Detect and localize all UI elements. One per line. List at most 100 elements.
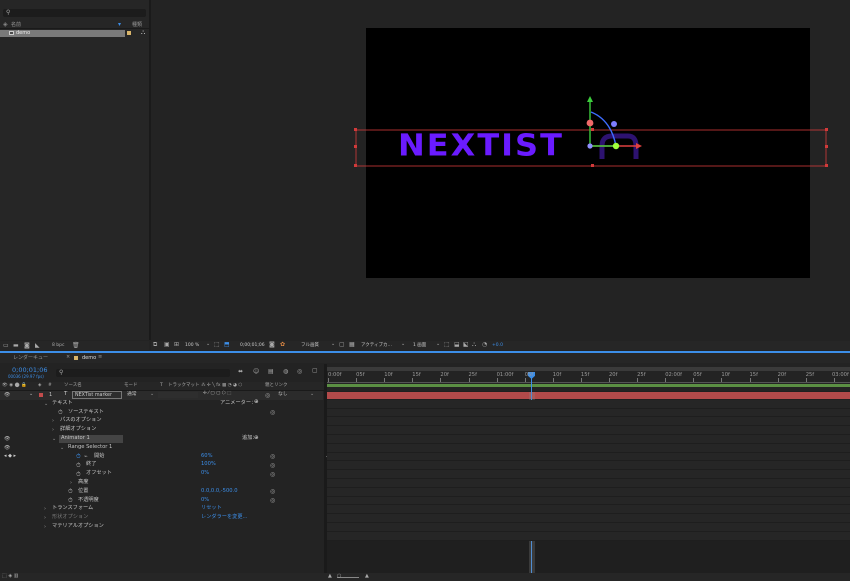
prop-end[interactable]: ⏱ 終了 100% ◎	[0, 461, 323, 470]
new-comp-icon[interactable]: ◙	[24, 343, 30, 349]
prop-text-group[interactable]: ⌄ テキスト アニメーター： ⊕	[0, 400, 323, 409]
chevron-right-icon[interactable]: ›	[52, 418, 54, 424]
expression-icon[interactable]: ◎	[270, 471, 275, 478]
mode-select[interactable]: 通常	[127, 392, 137, 398]
col-trkmat[interactable]: トラックマット	[168, 383, 200, 389]
viewer-timecode[interactable]: 0;00;01;06	[240, 343, 265, 349]
expression-icon[interactable]: ◎	[270, 409, 275, 416]
stopwatch-icon[interactable]: ⏱	[76, 462, 81, 470]
prop-geometry[interactable]: › 形状オプション レンダラーを変更...	[0, 514, 323, 523]
composition-canvas[interactable]: NEXTIST	[354, 28, 828, 278]
start-value[interactable]: 60%	[201, 453, 213, 459]
chevron-down-icon[interactable]: ⌄	[150, 391, 154, 397]
prop-source-text[interactable]: ⏱ ソーステキスト ◎	[0, 409, 323, 418]
col-source-name[interactable]: ソース名	[64, 383, 82, 389]
chevron-down-icon[interactable]: ⌄	[310, 391, 314, 397]
prop-range-selector[interactable]: 👁 ⌄ Range Selector 1	[0, 444, 323, 453]
col-type[interactable]: 種類	[132, 22, 142, 28]
layer-name[interactable]: NEXTist marker	[72, 391, 122, 399]
eye-icon[interactable]: 👁	[4, 436, 10, 442]
col-name[interactable]: 名前	[11, 22, 21, 28]
new-folder-icon[interactable]: ▬	[13, 343, 19, 349]
camera-select[interactable]: アクティブカ…	[361, 343, 392, 349]
chevron-down-icon[interactable]: ⌄	[331, 342, 335, 347]
eye-icon[interactable]: 👁	[4, 445, 10, 451]
graph-icon[interactable]: ▢	[312, 368, 318, 374]
resolution-select[interactable]: フル画質	[301, 343, 319, 349]
chevron-right-icon[interactable]: ›	[44, 515, 46, 521]
stopwatch-icon[interactable]: ⏱	[58, 409, 63, 417]
prop-more-options[interactable]: › 詳細オプション	[0, 426, 323, 435]
chevron-right-icon[interactable]: ›	[70, 480, 72, 486]
chevron-right-icon[interactable]: ›	[52, 427, 54, 433]
prop-opacity[interactable]: ⏱ 不透明度 0% ◎	[0, 497, 323, 506]
grid-icon[interactable]: ⊞	[174, 342, 179, 348]
animator1-label[interactable]: Animator 1	[59, 435, 123, 443]
col-mode[interactable]: モード	[124, 383, 138, 389]
chevron-down-icon[interactable]: ⌄	[401, 342, 405, 347]
renderer-link[interactable]: レンダラーを変更...	[201, 514, 247, 520]
switch-icons[interactable]: ✢ ⁄ ▢ ▢ ⬡ ⬚	[203, 391, 231, 397]
frame-blend-icon[interactable]: ▤	[268, 369, 274, 375]
fit-icon[interactable]: ⬚	[214, 342, 220, 348]
expression-icon[interactable]: ◎	[270, 497, 275, 504]
shy-icon[interactable]: ☺	[253, 369, 259, 375]
add-circle-icon[interactable]: ⊕	[254, 400, 259, 406]
graph-editor-icon[interactable]: ◎	[297, 369, 302, 375]
chevron-down-icon[interactable]: ⌄	[436, 342, 440, 347]
exposure-value[interactable]: +0.0	[492, 343, 503, 349]
stopwatch-icon[interactable]: ⏱	[76, 471, 81, 479]
snapshot-icon[interactable]: ⬓	[454, 342, 460, 348]
col-parent[interactable]: 親とリンク	[265, 383, 288, 389]
zoom-select[interactable]: 100 %	[185, 343, 199, 349]
trkmat-select[interactable]	[158, 392, 198, 398]
prop-path-options[interactable]: › パスのオプション	[0, 417, 323, 426]
graph-icon[interactable]: ⌁	[84, 453, 88, 460]
label-color[interactable]	[39, 393, 43, 397]
stopwatch-icon[interactable]: ⏱	[68, 488, 73, 496]
expression-icon[interactable]: ◎	[270, 462, 275, 469]
work-bar[interactable]	[327, 384, 850, 387]
stopwatch-active-icon[interactable]: ⏱	[76, 453, 81, 461]
motion-blur-icon[interactable]: ◍	[283, 369, 288, 375]
interpret-footage-icon[interactable]: ▭	[3, 343, 9, 349]
chevron-right-icon[interactable]: ›	[44, 506, 46, 512]
layer-duration-bar[interactable]	[327, 392, 850, 399]
prop-offset[interactable]: ⏱ オフセット 0% ◎	[0, 470, 323, 479]
prop-advanced[interactable]: › 高度	[0, 479, 323, 488]
prop-transform[interactable]: › トランスフォーム リセット	[0, 505, 323, 514]
keyframe-nav-icons[interactable]: ◂ ◆ ▸	[4, 453, 16, 459]
tab-demo[interactable]: demo	[82, 355, 96, 361]
toggle-switches-icon[interactable]: ⬚ ◈ ▥	[2, 574, 18, 579]
prop-start[interactable]: ◂ ◆ ▸ ⏱ ⌁ 開始 60% ◎	[0, 453, 323, 462]
layer-search-input[interactable]: ⚲	[56, 369, 230, 377]
comp-mini-icon[interactable]: ⬌	[238, 369, 243, 375]
channel-icon[interactable]: ⛬	[472, 342, 476, 348]
offset-value[interactable]: 0%	[201, 470, 209, 476]
layer-row[interactable]: 👁 ⌄ 1 T NEXTist marker 通常 ⌄ ✢ ⁄ ▢ ▢ ⬡ ⬚ …	[0, 391, 323, 400]
parent-select[interactable]: なし	[278, 392, 288, 398]
region-icon[interactable]: ⬒	[224, 342, 230, 348]
composition-viewer[interactable]: NEXTIST	[151, 0, 850, 340]
trash-icon[interactable]: 🗑	[72, 343, 80, 349]
prop-animator1[interactable]: 👁 ⌄ Animator 1 追加： ⊕	[0, 435, 323, 444]
expression-icon[interactable]: ◎	[270, 488, 275, 495]
expression-icon[interactable]: ◎	[270, 453, 275, 460]
show-snapshot-icon[interactable]: ⬕	[463, 342, 469, 348]
stopwatch-icon[interactable]: ⏱	[68, 497, 73, 505]
transparency-icon[interactable]: ▦	[349, 342, 355, 348]
tab-menu-icon[interactable]: ≡	[98, 355, 102, 360]
bpc-label[interactable]: 8 bpc	[52, 343, 64, 349]
render-icon[interactable]: ⬚	[444, 342, 450, 348]
prop-position[interactable]: ⏱ 位置 0.0,0.0,-500.0 ◎	[0, 488, 323, 497]
project-item-demo[interactable]: demo	[0, 30, 125, 37]
work-area-bar[interactable]	[327, 367, 850, 371]
magnify-icon[interactable]: ⧉	[153, 342, 157, 348]
chevron-down-icon[interactable]: ⌄	[206, 342, 210, 347]
opacity-value[interactable]: 0%	[201, 497, 209, 503]
chevron-down-icon[interactable]: ⌄	[52, 436, 56, 442]
col-t[interactable]: T	[160, 383, 163, 389]
position-value[interactable]: 0.0,0.0,-500.0	[201, 488, 238, 494]
chevron-down-icon[interactable]: ⌄	[60, 445, 64, 451]
views-select[interactable]: 1 画面	[413, 343, 426, 349]
